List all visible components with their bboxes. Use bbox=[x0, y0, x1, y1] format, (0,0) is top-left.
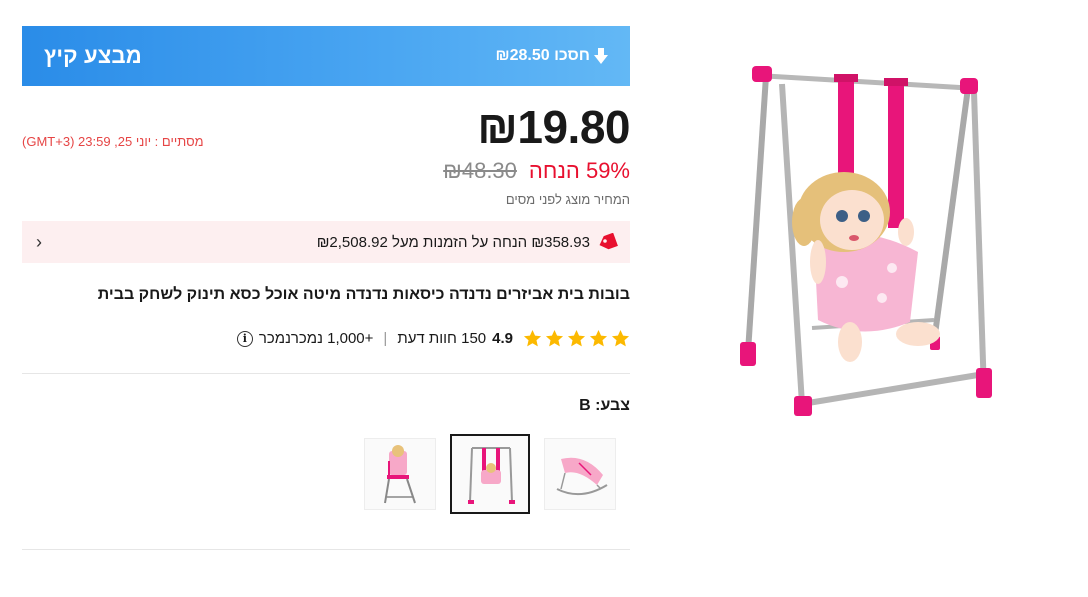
product-image[interactable] bbox=[722, 52, 1022, 452]
variant-swatches bbox=[364, 434, 630, 514]
rating-value: 4.9 bbox=[492, 330, 513, 347]
variant-option-bouncer[interactable] bbox=[544, 438, 616, 510]
coupon-content: ₪358.93 הנחה על הזמנות מעל ₪2,508.92 bbox=[317, 233, 618, 251]
chevron-left-icon[interactable]: › bbox=[36, 233, 42, 251]
variant-option-high-chair[interactable] bbox=[364, 438, 436, 510]
sale-countdown: מסתיים : יוני 25, 23:59 (GMT+3) bbox=[22, 134, 204, 149]
discount-percent: 59% הנחה bbox=[528, 158, 630, 183]
original-price: ₪48.30 bbox=[443, 158, 517, 183]
down-arrow-icon bbox=[594, 48, 608, 64]
banner-title: מבצע קיץ bbox=[44, 43, 142, 68]
review-count[interactable]: 150 חוות דעת bbox=[397, 330, 486, 347]
bouncer-thumbnail bbox=[556, 457, 608, 496]
tax-note: המחיר מוצג לפני מסים bbox=[505, 192, 630, 207]
high-chair-thumbnail bbox=[384, 445, 416, 504]
star-icon bbox=[567, 329, 586, 347]
divider bbox=[22, 373, 630, 374]
coupon-text: ₪358.93 הנחה על הזמנות מעל ₪2,508.92 bbox=[316, 233, 590, 251]
star-icon bbox=[611, 329, 630, 347]
divider bbox=[22, 549, 630, 550]
rating-row: 4.9 150 חוות דעת | +1,000 נמכרנמכר i bbox=[236, 329, 630, 348]
info-icon[interactable]: i bbox=[236, 330, 253, 347]
tag-icon bbox=[599, 233, 618, 250]
product-title: בובות בית אביזרים נדנדה כיסאות נדנדה מיט… bbox=[97, 286, 630, 303]
swing-thumbnail bbox=[468, 447, 515, 504]
star-icon bbox=[545, 329, 564, 347]
original-price-row: 59% הנחה ₪48.30 bbox=[443, 158, 630, 184]
star-icon bbox=[523, 329, 542, 347]
star-icon bbox=[589, 329, 608, 347]
star-rating[interactable] bbox=[523, 329, 630, 348]
current-price: ₪19.80 bbox=[477, 101, 630, 153]
doll-swing-image bbox=[740, 66, 992, 416]
coupon-bar[interactable]: › ₪358.93 הנחה על הזמנות מעל ₪2,508.92 bbox=[22, 221, 630, 263]
banner-savings-text: ₪28.50 חסכו bbox=[495, 47, 590, 64]
sold-count: +1,000 נמכרנמכר bbox=[258, 330, 374, 347]
variant-label: צבע: B bbox=[579, 397, 630, 414]
variant-option-swing[interactable] bbox=[450, 434, 530, 514]
banner-savings: ₪28.50 חסכו bbox=[495, 47, 608, 65]
promo-banner[interactable]: מבצע קיץ ₪28.50 חסכו bbox=[22, 26, 630, 86]
rating-separator: | bbox=[383, 330, 388, 347]
